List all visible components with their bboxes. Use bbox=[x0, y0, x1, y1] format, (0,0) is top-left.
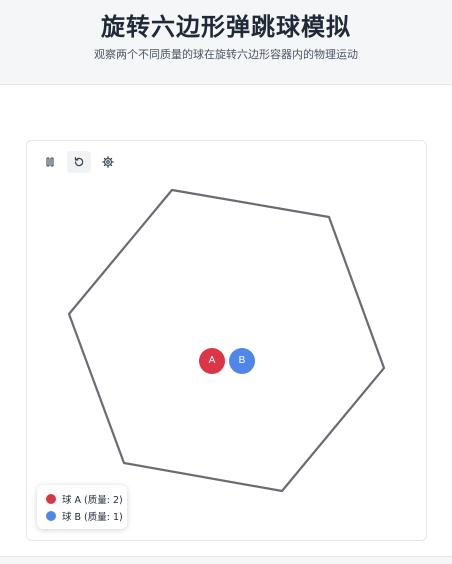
legend-item-ball-b: 球 B (质量: 1) bbox=[46, 508, 127, 524]
ball-a-label: A bbox=[208, 355, 216, 366]
bottom-bar bbox=[0, 556, 452, 564]
legend-label-ball-b: 球 B (质量: 1) bbox=[62, 512, 123, 523]
page-subtitle: 观察两个不同质量的球在旋转六边形容器内的物理运动 bbox=[94, 48, 358, 61]
simulation-canvas bbox=[67, 188, 386, 493]
legend: 球 A (质量: 2) 球 B (质量: 1) bbox=[37, 485, 127, 529]
rotate-ccw-icon bbox=[74, 157, 84, 167]
ball-a-color-dot bbox=[46, 494, 56, 504]
ball-b-color-dot bbox=[46, 511, 56, 521]
gear-icon bbox=[102, 156, 114, 168]
simulation-card: A B 球 A (质量: 2) 球 B (质量: 1) bbox=[26, 140, 427, 541]
page-title: 旋转六边形弹跳球模拟 bbox=[101, 13, 351, 41]
legend-label-ball-a: 球 A (质量: 2) bbox=[62, 495, 123, 506]
rotating-hexagon bbox=[67, 188, 386, 493]
pause-icon bbox=[46, 157, 54, 167]
page-header: 旋转六边形弹跳球模拟 观察两个不同质量的球在旋转六边形容器内的物理运动 bbox=[0, 0, 452, 85]
pause-button[interactable] bbox=[38, 151, 62, 173]
settings-button[interactable] bbox=[96, 151, 120, 173]
reset-button[interactable] bbox=[67, 151, 91, 173]
legend-item-ball-a: 球 A (质量: 2) bbox=[46, 491, 127, 507]
ball-b-label: B bbox=[238, 355, 246, 366]
